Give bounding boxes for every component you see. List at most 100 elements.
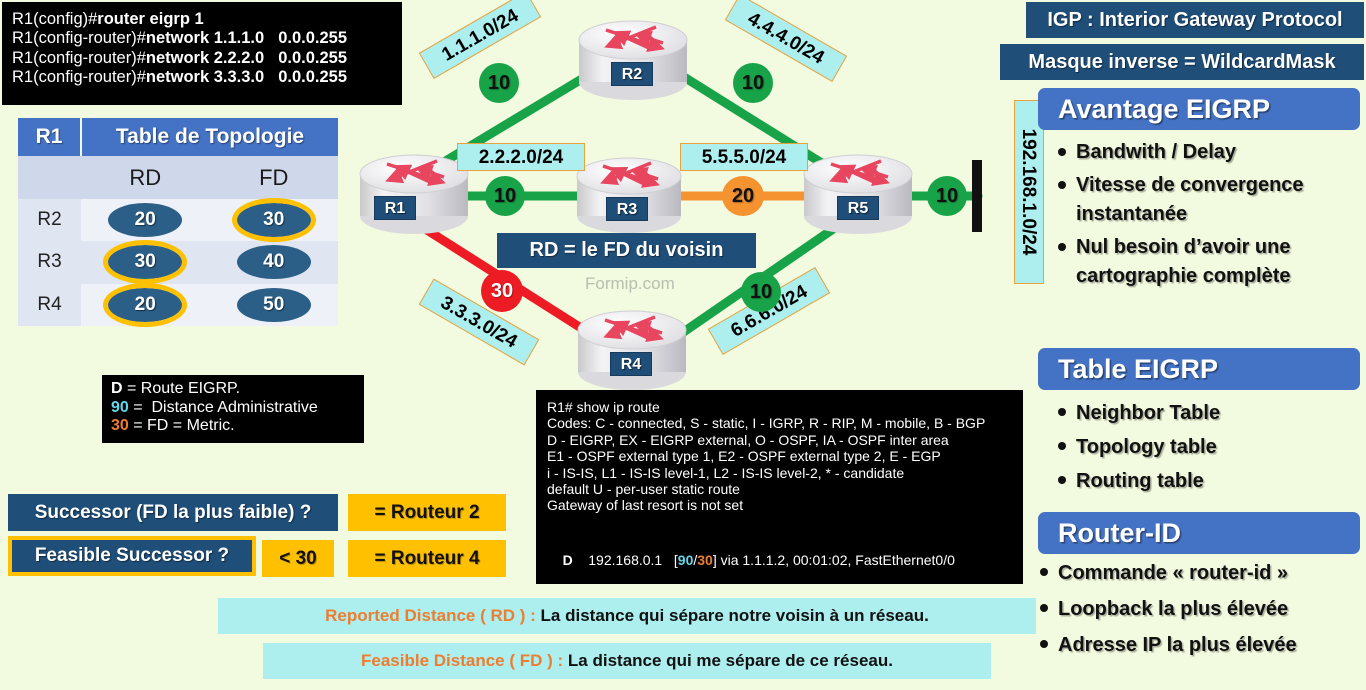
table-row: R2 20 30	[18, 197, 338, 242]
route-entry: D 192.168.0.1 [90/30] via 1.1.1.2, 00:01…	[562, 552, 955, 568]
rd-text: La distance qui sépare notre voisin à un…	[540, 606, 929, 625]
cli-line: R1(config-router)#network 2.2.2.0 0.0.0.2…	[12, 49, 402, 68]
watermark: Formip.com	[585, 274, 675, 293]
section-header-avantage-eigrp: Avantage EIGRP	[1038, 88, 1360, 130]
rd-equals-fd-note: RD = le FD du voisin	[497, 233, 756, 268]
router-icon-R4	[577, 310, 687, 390]
cell-fd-r2: 30	[209, 197, 338, 242]
section-header-table-eigrp: Table EIGRP	[1038, 348, 1360, 390]
list-item: Commande « router-id »	[1032, 558, 1362, 589]
route-output-line: default U - per-user static route	[547, 480, 740, 497]
eigrp-config-terminal: R1(config)#router eigrp 1 R1(config-rout…	[2, 2, 402, 105]
cli-line: R1(config-router)#network 1.1.1.0 0.0.0.2…	[12, 29, 402, 48]
router-label-R2: R2	[611, 62, 653, 86]
cli-command: router eigrp 1	[97, 10, 204, 28]
cell-rd-r3: 30	[81, 240, 210, 285]
list-item: Topology table	[1050, 432, 1360, 463]
table-title: Table de Topologie	[81, 118, 338, 157]
row-label-r2: R2	[18, 198, 81, 242]
metric-r1-r4: 30	[481, 270, 523, 312]
section-header-router-id: Router-ID	[1038, 512, 1360, 554]
row-label-r4: R4	[18, 283, 81, 326]
feasible-successor-question-wrap: Feasible Successor ?	[8, 536, 256, 576]
route-output-line: Codes: C - connected, S - static, I - IG…	[547, 415, 986, 432]
router-icon-R1	[359, 154, 469, 234]
network-label-5-5-5-0: 5.5.5.0/24	[680, 143, 808, 171]
legend-line: 90 = Distance Administrative	[111, 399, 364, 418]
route-network: 192.168.0.1	[588, 552, 663, 568]
fd-text: La distance qui me sépare de ce réseau.	[567, 651, 893, 670]
legend-key: 30	[111, 417, 129, 435]
value-pill-highlighted: 20	[103, 282, 188, 327]
row-label-r3: R3	[18, 241, 81, 284]
fd-term: Feasible Distance ( FD ) :	[361, 651, 564, 670]
legend-line: D = Route EIGRP.	[111, 380, 364, 399]
value-pill: 40	[236, 245, 311, 280]
route-output-line: i - IS-IS, L1 - IS-IS level-1, L2 - IS-I…	[547, 464, 905, 481]
route-output-line: D - EIGRP, EX - EIGRP external, O - OSPF…	[547, 431, 949, 448]
feasible-answer: = Routeur 4	[348, 540, 506, 577]
cell-fd-r3: 40	[209, 241, 338, 284]
list-item: Loopback la plus élevée	[1032, 594, 1362, 625]
metric-r2-r5: 10	[733, 63, 773, 103]
metric-r3-r5: 20	[722, 176, 764, 216]
router-label-R4: R4	[610, 352, 652, 376]
value-pill: 20	[108, 202, 183, 237]
metric-r1-r2: 10	[479, 63, 519, 103]
cli-prompt: R1(config-router)#	[12, 29, 146, 48]
list-item: Adresse IP la plus élevée	[1032, 630, 1362, 661]
section-list-table-eigrp: Neighbor Table Topology table Routing ta…	[1050, 398, 1360, 497]
route-metric: 30	[697, 552, 713, 568]
list-item: Nul besoin d’avoir une cartographie comp…	[1050, 233, 1360, 291]
list-item: Vitesse de convergence instantanée	[1050, 171, 1360, 229]
cli-prompt: R1(config)#	[12, 10, 98, 28]
route-tail: via 1.1.1.2, 00:01:02, FastEthernet0/0	[720, 552, 955, 568]
route-output-line: R1# show ip route	[547, 399, 660, 415]
table-subheader-row: RD FD	[18, 156, 338, 199]
topology-table: R1 Table de Topologie RD FD R2 20 30 R3 …	[18, 118, 338, 327]
cli-prompt: R1(config-router)#	[12, 67, 146, 86]
metric-legend-box: D = Route EIGRP. 90 = Distance Administr…	[102, 375, 364, 443]
table-row: R3 30 40	[18, 240, 338, 285]
table-router-label: R1	[18, 118, 82, 157]
cli-command: network 1.1.1.0	[145, 29, 265, 48]
legend-key: 90	[111, 398, 129, 416]
table-col-rd: RD	[81, 156, 210, 199]
lan-segment-bar	[972, 160, 982, 232]
cli-wildcard: 0.0.0.255	[278, 67, 348, 86]
cli-line: R1(config-router)#network 3.3.3.0 0.0.0.2…	[12, 68, 402, 87]
cli-command: network 3.3.3.0	[145, 67, 265, 86]
table-col-blank	[18, 156, 81, 199]
section-list-router-id: Commande « router-id » Loopback la plus …	[1032, 558, 1362, 661]
show-ip-route-terminal: R1# show ip route Codes: C - connected, …	[536, 390, 1023, 584]
list-item: Routing table	[1050, 466, 1360, 497]
feasible-distance-banner: Feasible Distance ( FD ) : La distance q…	[263, 643, 991, 679]
banner-wildcard-mask: Masque inverse = WildcardMask	[1000, 44, 1364, 80]
cell-rd-r2: 20	[81, 198, 210, 242]
metric-r5-lan: 10	[927, 176, 967, 216]
router-icon-R2	[578, 20, 688, 100]
successor-question: Successor (FD la plus faible) ?	[8, 494, 338, 531]
list-item: Neighbor Table	[1050, 398, 1360, 429]
router-icon-R5	[803, 154, 913, 234]
cell-fd-r4: 50	[209, 283, 338, 326]
route-code: D	[562, 552, 573, 568]
list-item: Bandwith / Delay	[1050, 138, 1360, 167]
cli-wildcard: 0.0.0.255	[278, 48, 348, 67]
legend-text: = Route EIGRP.	[122, 380, 241, 397]
metric-r1-r3: 10	[485, 176, 525, 216]
route-admin-distance: 90	[677, 552, 694, 568]
successor-answer: = Routeur 2	[348, 494, 506, 531]
value-pill-highlighted: 30	[231, 197, 316, 242]
value-pill-highlighted: 30	[103, 240, 188, 285]
table-col-fd: FD	[209, 156, 338, 199]
cli-wildcard: 0.0.0.255	[278, 29, 348, 48]
table-header-row: R1 Table de Topologie	[18, 118, 338, 157]
legend-key: D	[111, 380, 123, 397]
legend-text: = FD = Metric.	[128, 417, 235, 435]
router-label-R1: R1	[374, 196, 416, 220]
section-list-avantage-eigrp: Bandwith / Delay Vitesse de convergence …	[1050, 138, 1360, 291]
value-pill: 50	[236, 287, 311, 322]
route-output-line: E1 - OSPF external type 1, E2 - OSPF ext…	[547, 448, 941, 465]
cell-rd-r4: 20	[81, 282, 210, 327]
